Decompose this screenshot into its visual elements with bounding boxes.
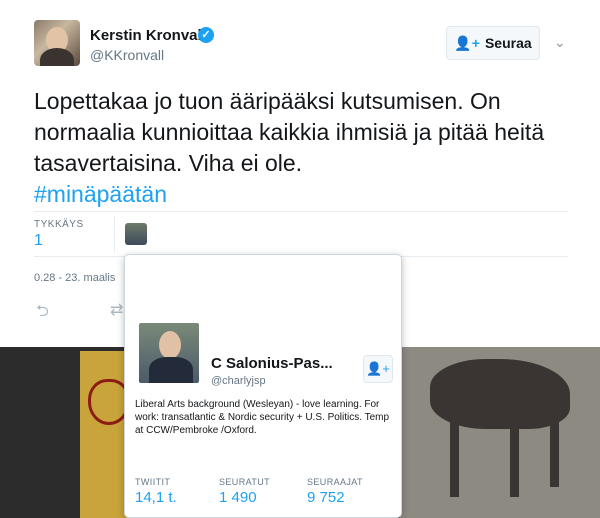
card-avatar[interactable] xyxy=(137,321,201,385)
stat-tweets[interactable]: TWIITIT 14,1 t. xyxy=(135,477,177,506)
reply-icon[interactable]: ⮌ xyxy=(36,300,49,327)
author-name[interactable]: Kerstin Kronvall xyxy=(90,27,206,44)
card-bio: Liberal Arts background (Wesleyan) - lov… xyxy=(135,399,390,436)
verified-badge-icon: ✓ xyxy=(198,27,214,43)
stats-separator xyxy=(114,216,115,252)
animal-photo xyxy=(400,347,600,518)
stat-value: 14,1 t. xyxy=(135,489,177,506)
author-handle[interactable]: @KKronvall xyxy=(90,47,164,63)
follow-button-label: Seuraa xyxy=(484,35,532,51)
card-user-name[interactable]: C Salonius-Pas... xyxy=(211,355,351,372)
follow-button[interactable]: 👤+ Seuraa xyxy=(446,26,540,60)
animal-leg xyxy=(450,417,459,497)
tweet-timestamp[interactable]: 0.28 - 23. maalis xyxy=(34,272,115,284)
liker-avatar[interactable] xyxy=(125,223,147,245)
stat-label: SEURATUT xyxy=(219,477,271,487)
likes-label: TYKKÄYS xyxy=(34,219,84,230)
divider xyxy=(34,211,568,212)
stat-following[interactable]: SEURATUT 1 490 xyxy=(219,477,270,506)
card-follow-button[interactable]: 👤+ xyxy=(363,355,393,383)
animal-leg xyxy=(510,417,519,497)
author-avatar[interactable] xyxy=(34,20,80,66)
animal-leg xyxy=(550,407,559,487)
likes-count[interactable]: 1 xyxy=(34,232,43,250)
user-hover-card[interactable]: C Salonius-Pas... @charlyjsp 👤+ Liberal … xyxy=(124,254,402,518)
hashtag-link[interactable]: #minäpäätän xyxy=(34,179,574,210)
add-user-icon: 👤+ xyxy=(366,361,390,376)
card-user-handle[interactable]: @charlyjsp xyxy=(211,375,266,387)
chevron-down-icon[interactable]: ⌄ xyxy=(554,34,566,51)
stat-value: 9 752 xyxy=(307,489,345,506)
add-user-icon: 👤+ xyxy=(454,34,480,51)
stat-value: 1 490 xyxy=(219,489,257,506)
tweet-text: Lopettakaa jo tuon ääripääksi kutsumisen… xyxy=(34,86,574,210)
retweet-icon[interactable]: ⇄ xyxy=(110,300,123,320)
stat-followers[interactable]: SEURAAJAT 9 752 xyxy=(307,477,363,506)
stat-label: SEURAAJAT xyxy=(307,477,363,487)
stat-label: TWIITIT xyxy=(135,477,171,487)
tweet-body: Lopettakaa jo tuon ääripääksi kutsumisen… xyxy=(34,88,545,176)
